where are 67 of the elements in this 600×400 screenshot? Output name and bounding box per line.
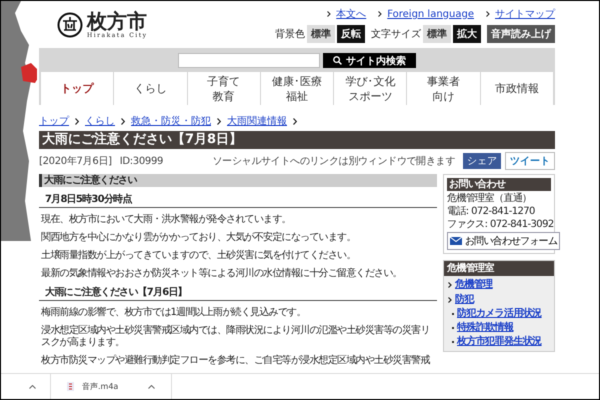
chevron-icon — [121, 118, 125, 124]
contact-phone: 電話: 072-841-1270 — [447, 205, 536, 218]
nav-tab[interactable]: 事業者 向け — [407, 72, 480, 105]
search-icon — [333, 56, 342, 65]
header-link[interactable]: 本文へ — [336, 7, 366, 21]
breadcrumb-link[interactable]: トップ — [39, 114, 69, 128]
nav-tab[interactable]: トップ — [41, 72, 114, 105]
chevron-icon — [448, 282, 452, 288]
header-link[interactable]: サイトマップ — [495, 7, 555, 21]
chevron-icon — [293, 118, 297, 124]
chevron-icon — [448, 296, 452, 302]
publish-date: [2020年7月6日] — [39, 155, 112, 168]
breadcrumb-link[interactable]: 大雨関連情報 — [227, 114, 287, 128]
side-menu-link[interactable]: 防犯カメラ活用状況 — [457, 307, 542, 320]
side-menu-link[interactable]: 枚方市犯罪発生状況 — [457, 335, 542, 348]
side-menu-heading: 危機管理室 — [444, 261, 554, 276]
share-button[interactable]: ツイート — [505, 152, 555, 170]
breadcrumb-link[interactable]: 救急・防災・防犯 — [131, 114, 211, 128]
nav-tab[interactable]: くらし — [114, 72, 187, 105]
social-note: ソーシャルサイトへのリンクは別ウィンドウで開きます — [212, 155, 455, 168]
setting-option-button[interactable]: 標準 — [307, 25, 335, 43]
chevron-icon — [75, 118, 79, 124]
share-button[interactable]: シェア — [463, 153, 501, 169]
setting-option-button[interactable]: 拡大 — [453, 25, 481, 43]
chevron-up-icon — [29, 384, 36, 388]
paragraph: 最新の気象情報やおおさか防災ネット等による河川の水位情報に十分ご留意ください。 — [40, 268, 403, 280]
paragraph: 土壌雨量指数が上がってきていますので、土砂災害に気を付けてください。 — [40, 250, 356, 262]
setting-option-button[interactable]: 標準 — [423, 25, 451, 43]
breadcrumb-link[interactable]: くらし — [85, 114, 115, 128]
chevron-icon — [378, 11, 382, 17]
chevron-icon — [327, 11, 332, 17]
chevron-up-icon — [148, 384, 155, 388]
setting-label: 文字サイズ — [371, 28, 421, 41]
mail-icon — [450, 237, 462, 245]
search-button[interactable]: サイト内検索 — [323, 53, 416, 68]
subsection-heading: 大雨にご注意ください【7月6日】 — [39, 287, 437, 301]
chevron-icon — [217, 118, 221, 124]
search-field[interactable] — [178, 53, 320, 68]
contact-form-button[interactable]: お問い合わせフォーム — [447, 232, 560, 250]
page-title: 大雨にご注意ください【7月8日】 — [39, 131, 555, 149]
city-name: 枚方市 — [87, 10, 148, 32]
audio-file-icon — [67, 382, 74, 391]
chevron-icon — [486, 11, 490, 17]
contact-heading: お問い合わせ — [447, 178, 551, 191]
setting-option-button[interactable]: 反転 — [337, 25, 365, 43]
paragraph: 浸水想定区域内や土砂災害警戒区域内では、降雨状況により河川の氾濫や土砂災害等の災害リスクが高まります。 — [40, 325, 430, 349]
nav-tab[interactable]: 健康･医療 福祉 — [260, 72, 334, 105]
subsection-heading: 7月8日5時30分時点 — [39, 194, 437, 208]
side-menu-link[interactable]: 危機管理 — [455, 278, 493, 291]
side-menu-link[interactable]: 防犯 — [455, 293, 474, 306]
nav-tab[interactable]: 市政情報 — [480, 72, 553, 105]
paragraph: 関西地方を中心にかなり雲がかかっており、大気が不安定になっています。 — [40, 232, 356, 244]
page-id: ID:30999 — [120, 156, 164, 166]
read-aloud-button[interactable]: 音声読み上げ — [487, 25, 555, 43]
contact-department: 危機管理室（直通） — [447, 192, 533, 205]
header-link[interactable]: Foreign language — [387, 8, 474, 20]
side-menu-link[interactable]: 特殊詐欺情報 — [457, 321, 514, 334]
nav-tab[interactable]: 学び･文化 スポーツ — [334, 72, 406, 105]
section-heading: 大雨にご注意ください — [39, 174, 437, 187]
city-emblem-icon — [57, 12, 83, 38]
paragraph: 梅雨前線の影響で、枚方市では1週間以上雨が続く見込みです。 — [40, 307, 307, 319]
nav-tab[interactable]: 子育て 教育 — [188, 72, 260, 105]
paragraph: 枚方市防災マップや避難行動判定フローを参考に、ご自宅等が浸水想定区域内や土砂災害警戒 — [40, 355, 431, 367]
download-item[interactable]: 音声.m4a — [51, 381, 171, 392]
paragraph: 現在、枚方市において大雨・洪水警報が発令されています。 — [40, 214, 292, 226]
contact-fax: ファクス: 072-841-3092 — [447, 218, 551, 231]
setting-label: 背景色 — [275, 28, 305, 41]
